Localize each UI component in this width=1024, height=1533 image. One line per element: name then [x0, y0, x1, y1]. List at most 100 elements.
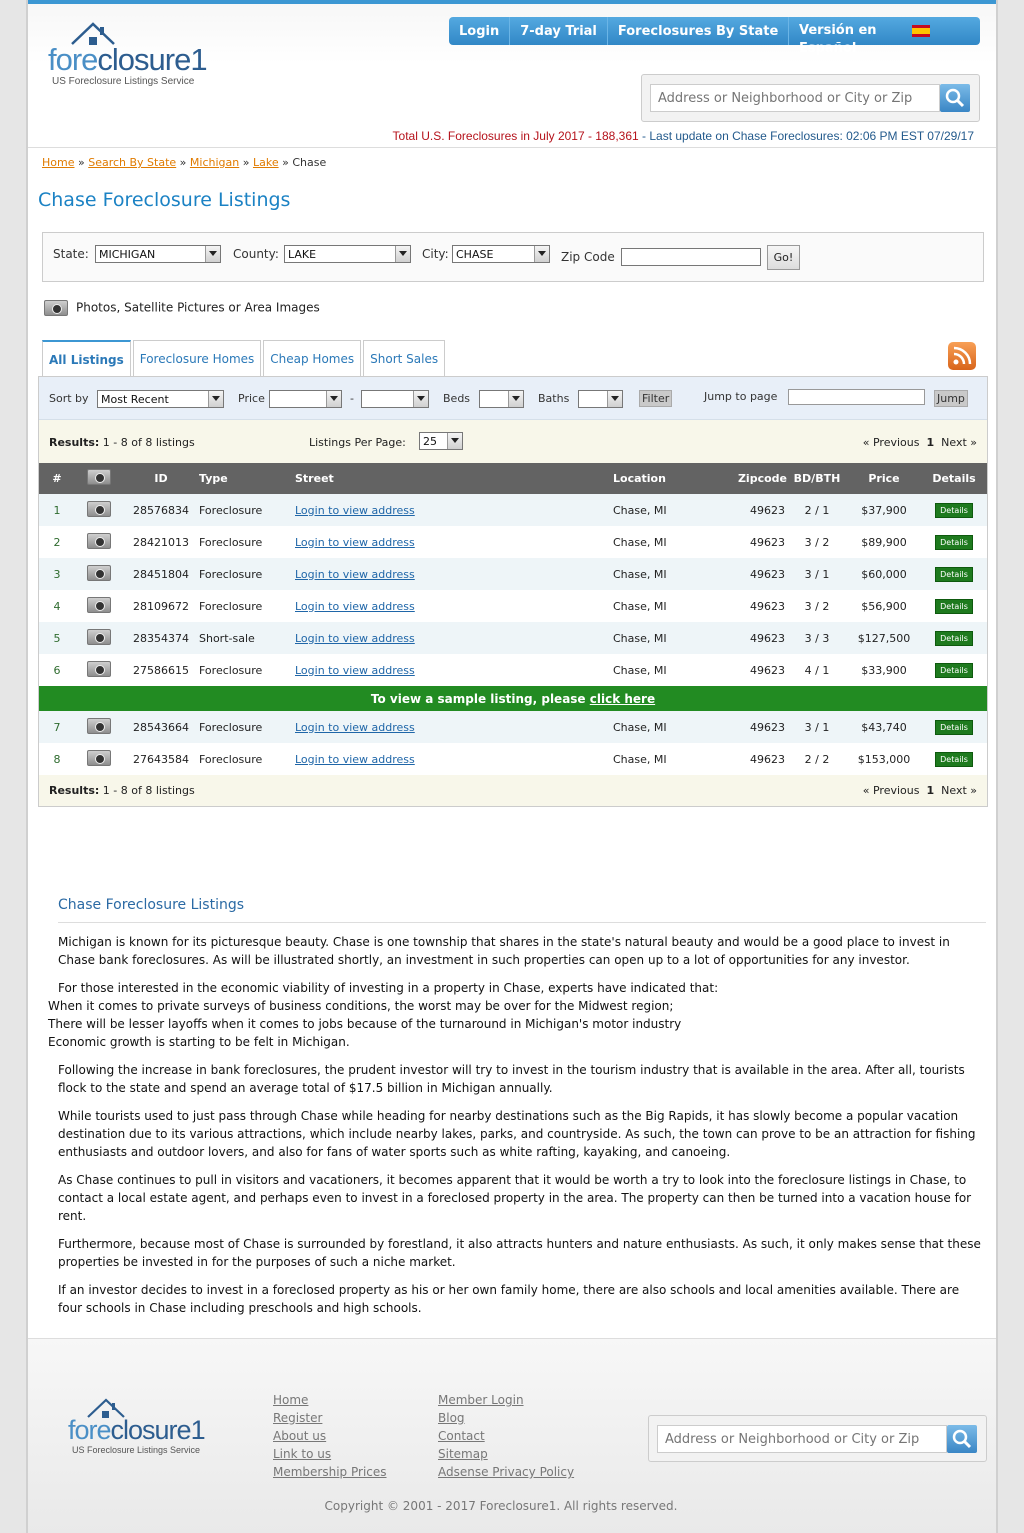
breadcrumb-state[interactable]: Michigan: [190, 156, 239, 169]
camera-icon[interactable]: [87, 564, 111, 581]
breadcrumb-search-by-state[interactable]: Search By State: [88, 156, 176, 169]
footer-link-register[interactable]: Register: [273, 1409, 387, 1427]
tab-foreclosure-homes[interactable]: Foreclosure Homes: [132, 340, 262, 376]
login-to-view-address-link[interactable]: Login to view address: [295, 600, 415, 613]
table-row: 1 28576834 Foreclosure Login to view addres…: [39, 494, 987, 526]
footer-logo[interactable]: foreclosure1 US Foreclosure Listings Ser…: [68, 1397, 208, 1459]
nav-foreclosures-by-state[interactable]: Foreclosures By State: [608, 17, 790, 45]
listing-id: 27643584: [123, 743, 199, 775]
price-max-select[interactable]: [361, 390, 429, 408]
page-number[interactable]: 1: [926, 436, 934, 449]
footer-link-blog[interactable]: Blog: [438, 1409, 574, 1427]
camera-icon[interactable]: [87, 500, 111, 517]
details-button[interactable]: Details: [935, 662, 973, 678]
camera-icon[interactable]: [87, 749, 111, 766]
login-to-view-address-link[interactable]: Login to view address: [295, 664, 415, 677]
jump-label: Jump to page: [704, 390, 778, 403]
footer-link-sitemap[interactable]: Sitemap: [438, 1445, 574, 1463]
listing-location: Chase, MI: [613, 654, 729, 686]
camera-icon[interactable]: [87, 596, 111, 613]
breadcrumb-county[interactable]: Lake: [253, 156, 279, 169]
city-select[interactable]: CHASE: [452, 245, 550, 263]
footer-link-contact[interactable]: Contact: [438, 1427, 574, 1445]
table-row: 7 28543664 Foreclosure Login to view addres…: [39, 711, 987, 743]
camera-icon[interactable]: [87, 717, 111, 734]
details-button[interactable]: Details: [935, 751, 973, 767]
breadcrumb-current: Chase: [292, 156, 327, 169]
footer-links-2: Member Login Blog Contact Sitemap Adsens…: [438, 1391, 574, 1481]
details-button[interactable]: Details: [935, 598, 973, 614]
rss-icon: [953, 346, 972, 365]
details-button[interactable]: Details: [935, 566, 973, 582]
details-button[interactable]: Details: [935, 502, 973, 518]
article-paragraph: While tourists used to just pass through…: [58, 1109, 976, 1159]
filter-button[interactable]: Filter: [639, 390, 673, 407]
nav-spanish-version[interactable]: Versión en Español: [799, 22, 889, 58]
go-button[interactable]: Go!: [767, 245, 800, 270]
photos-link[interactable]: Photos, Satellite Pictures or Area Image…: [44, 300, 320, 316]
footer-link-member-login[interactable]: Member Login: [438, 1391, 574, 1409]
login-to-view-address-link[interactable]: Login to view address: [295, 568, 415, 581]
prev-link[interactable]: « Previous: [863, 784, 920, 797]
footer-link-membership[interactable]: Membership Prices: [273, 1463, 387, 1481]
next-link[interactable]: Next »: [941, 436, 977, 449]
table-row: 4 28109672 Foreclosure Login to view addres…: [39, 590, 987, 622]
spain-flag-icon[interactable]: [912, 25, 930, 37]
sample-listing-link[interactable]: click here: [590, 692, 655, 706]
state-select[interactable]: MICHIGAN: [95, 245, 221, 263]
county-select[interactable]: LAKE: [284, 245, 411, 263]
listing-location: Chase, MI: [613, 590, 729, 622]
beds-label: Beds: [443, 392, 471, 405]
logo-wordmark: foreclosure1: [48, 42, 208, 77]
tab-all-listings[interactable]: All Listings: [42, 340, 131, 376]
sort-select[interactable]: Most Recent: [97, 390, 224, 408]
login-to-view-address-link[interactable]: Login to view address: [295, 721, 415, 734]
details-button[interactable]: Details: [935, 630, 973, 646]
site-logo[interactable]: foreclosure1 US Foreclosure Listings Ser…: [48, 20, 208, 90]
chevron-down-icon: [395, 246, 410, 262]
beds-select[interactable]: [479, 390, 524, 408]
listing-price: $33,900: [847, 654, 921, 686]
login-to-view-address-link[interactable]: Login to view address: [295, 753, 415, 766]
details-button[interactable]: Details: [935, 719, 973, 735]
chevron-down-icon: [413, 391, 428, 407]
footer-link-link-to-us[interactable]: Link to us: [273, 1445, 387, 1463]
camera-icon[interactable]: [87, 532, 111, 549]
baths-select[interactable]: [578, 390, 623, 408]
login-to-view-address-link[interactable]: Login to view address: [295, 504, 415, 517]
tab-short-sales[interactable]: Short Sales: [363, 340, 446, 376]
nav-login[interactable]: Login: [449, 17, 511, 45]
footer-link-about[interactable]: About us: [273, 1427, 387, 1445]
login-to-view-address-link[interactable]: Login to view address: [295, 536, 415, 549]
nav-trial[interactable]: 7-day Trial: [510, 17, 608, 45]
listing-bd-bth: 2 / 2: [787, 743, 847, 775]
jump-to-page-input[interactable]: [788, 389, 925, 405]
footer-link-adsense-privacy[interactable]: Adsense Privacy Policy: [438, 1463, 574, 1481]
tab-cheap-homes[interactable]: Cheap Homes: [263, 340, 362, 376]
per-page-label: Listings Per Page:: [309, 436, 406, 449]
zip-code-input[interactable]: [621, 248, 761, 266]
login-to-view-address-link[interactable]: Login to view address: [295, 632, 415, 645]
next-link[interactable]: Next »: [941, 784, 977, 797]
camera-icon[interactable]: [87, 628, 111, 645]
jump-button[interactable]: Jump: [934, 390, 968, 407]
footer-link-home[interactable]: Home: [273, 1391, 387, 1409]
listing-bd-bth: 3 / 1: [787, 711, 847, 743]
listing-bd-bth: 2 / 1: [787, 494, 847, 526]
footer-search-button[interactable]: [947, 1425, 977, 1453]
prev-link[interactable]: « Previous: [863, 436, 920, 449]
page-number[interactable]: 1: [926, 784, 934, 797]
breadcrumb: Home » Search By State » Michigan » Lake…: [42, 156, 327, 169]
header-search-input[interactable]: [650, 84, 940, 112]
per-page-select[interactable]: 25: [419, 432, 463, 450]
details-button[interactable]: Details: [935, 534, 973, 550]
header-search-button[interactable]: [940, 84, 970, 112]
breadcrumb-home[interactable]: Home: [42, 156, 74, 169]
rss-feed-icon[interactable]: [948, 342, 976, 370]
footer-search-input[interactable]: [657, 1425, 947, 1453]
search-icon: [952, 1429, 972, 1449]
price-min-select[interactable]: [269, 390, 342, 408]
listings-table: # ID Type Street Location Zipcode BD/BTH…: [39, 463, 987, 775]
camera-icon[interactable]: [87, 660, 111, 677]
listing-type: Foreclosure: [199, 494, 295, 526]
